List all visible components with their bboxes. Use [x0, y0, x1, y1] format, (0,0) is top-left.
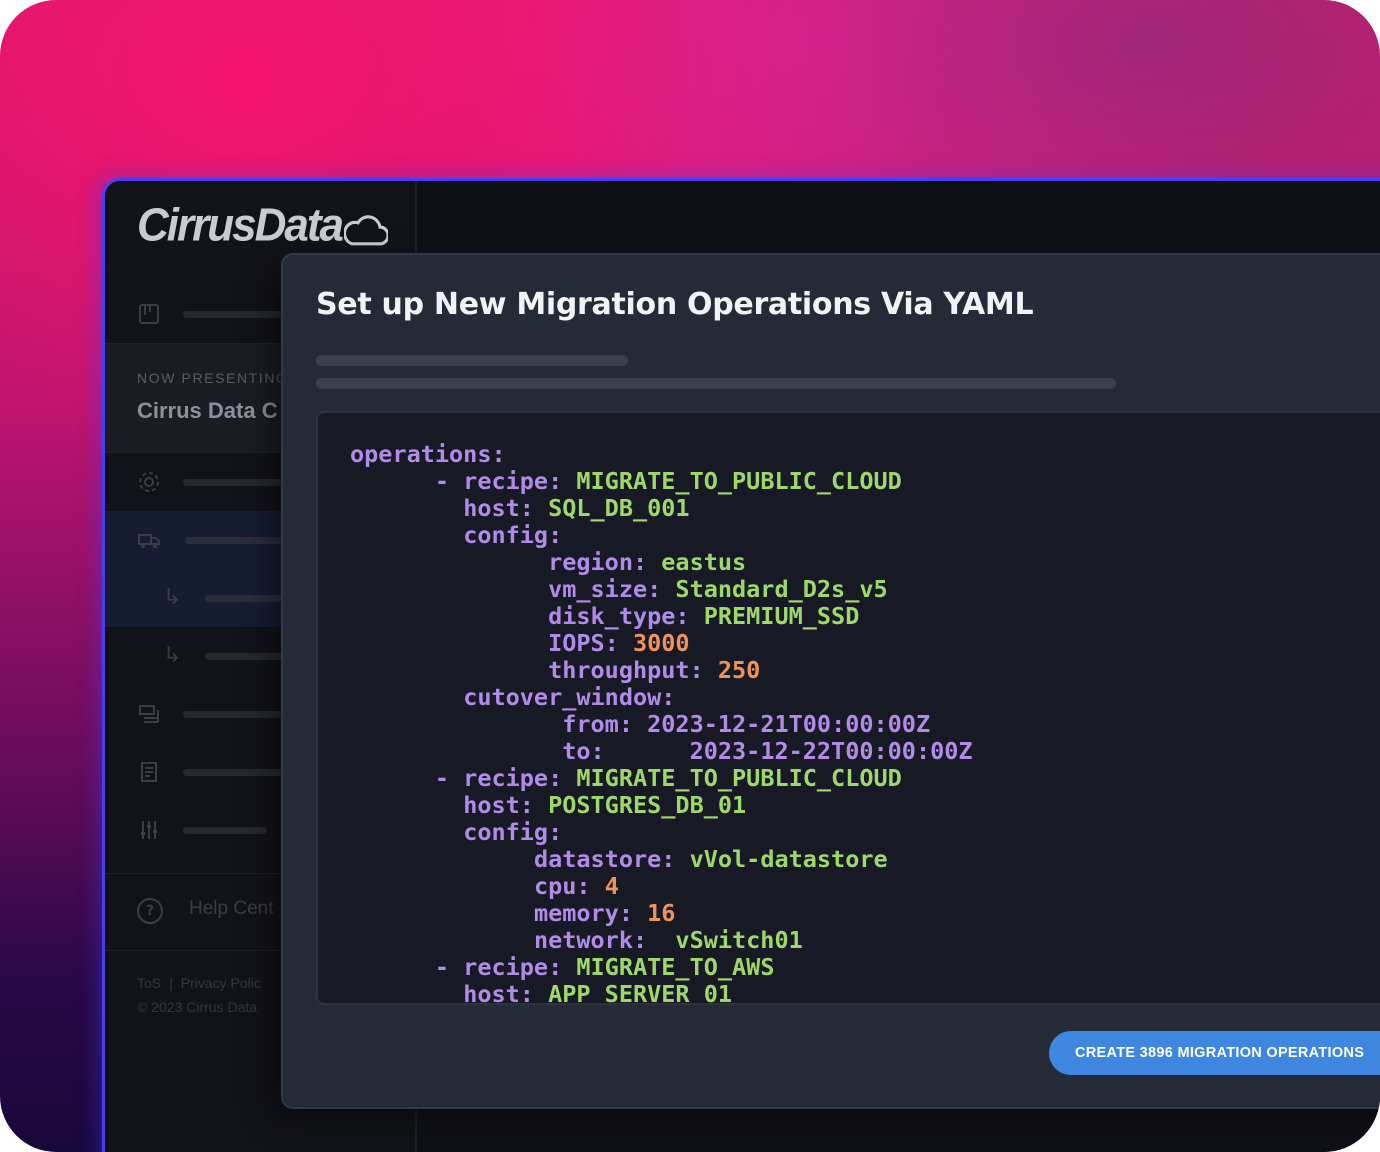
now-presenting-label: NOW PRESENTING — [137, 370, 289, 386]
yaml-key: datastore: — [533, 845, 676, 873]
privacy-policy-link[interactable]: Privacy Polic — [181, 975, 261, 991]
now-presenting-title: Cirrus Data C — [137, 398, 278, 423]
yaml-value: 2023-12-22T00:00:00Z — [689, 737, 973, 765]
dialog-title: Set up New Migration Operations Via YAML — [316, 287, 1034, 322]
yaml-key: network: — [533, 926, 648, 954]
yaml-key: disk_type: — [548, 602, 690, 630]
footer-links: ToS | Privacy Polic — [137, 975, 261, 991]
subitem-arrow-icon: ↳ — [163, 585, 182, 610]
yaml-migration-dialog: Set up New Migration Operations Via YAML… — [281, 253, 1380, 1109]
receipt-icon — [141, 762, 157, 782]
background: CirrusData NOW PRESENTING Cirrus Data C — [0, 0, 1380, 1152]
sidebar-item-placeholder — [183, 826, 267, 834]
yaml-code: operations: - recipe: MIGRATE_TO_PUBLIC_… — [350, 440, 973, 1005]
yaml-key: - recipe: — [434, 953, 563, 981]
yaml-key: cutover_window: — [463, 683, 676, 711]
yaml-key: host: — [463, 980, 534, 1005]
yaml-value: vVol-datastore — [689, 845, 888, 873]
yaml-key: host: — [463, 494, 534, 522]
yaml-key: to: — [562, 737, 605, 765]
subitem-arrow-icon: ↳ — [163, 643, 182, 668]
description-placeholder — [316, 378, 1116, 389]
yaml-key: host: — [463, 791, 534, 819]
logo-text: CirrusData — [137, 199, 344, 252]
yaml-key: operations: — [350, 440, 506, 468]
yaml-key: config: — [463, 818, 563, 846]
yaml-value: MIGRATE_TO_AWS — [576, 953, 775, 981]
yaml-value: 250 — [717, 656, 761, 684]
create-migration-operations-button[interactable]: CREATE 3896 MIGRATION OPERATIONS — [1049, 1031, 1380, 1075]
tos-link[interactable]: ToS — [137, 975, 161, 991]
yaml-key: - recipe: — [434, 467, 563, 495]
yaml-key: cpu: — [533, 872, 591, 900]
yaml-value: Standard_D2s_v5 — [675, 575, 888, 603]
yaml-value: vSwitch01 — [675, 926, 803, 954]
sliders-icon — [141, 821, 157, 839]
sidebar-item-placeholder — [183, 478, 293, 486]
help-circle-icon: ? — [137, 898, 163, 924]
yaml-key: region: — [548, 548, 648, 576]
yaml-key: throughput: — [548, 656, 704, 684]
stack-icon — [139, 705, 159, 723]
yaml-key: vm_size: — [548, 575, 662, 603]
cirrus-data-logo[interactable]: CirrusData — [137, 200, 388, 253]
copyright: © 2023 Cirrus Data — [137, 999, 258, 1015]
yaml-key: config: — [463, 521, 563, 549]
yaml-value: APP_SERVER_01 — [548, 980, 733, 1005]
gear-icon — [139, 472, 159, 492]
yaml-value: MIGRATE_TO_PUBLIC_CLOUD — [576, 764, 902, 792]
yaml-value: SQL_DB_001 — [548, 494, 690, 522]
sidebar-item-placeholder — [183, 710, 293, 718]
yaml-value: POSTGRES_DB_01 — [548, 791, 747, 819]
description-placeholder — [316, 355, 628, 366]
yaml-value: 16 — [647, 899, 676, 927]
yaml-key: from: — [562, 710, 633, 738]
yaml-key: memory: — [533, 899, 633, 927]
yaml-key: IOPS: — [548, 629, 619, 657]
sidebar-item-placeholder — [183, 310, 293, 318]
yaml-key: - recipe: — [434, 764, 563, 792]
footer-separator: | — [169, 975, 173, 991]
sidebar-item-placeholder — [183, 768, 293, 776]
yaml-value: 3000 — [632, 629, 690, 657]
yaml-value: 4 — [604, 872, 619, 900]
truck-icon — [138, 534, 160, 548]
yaml-value: eastus — [661, 548, 747, 576]
yaml-value: MIGRATE_TO_PUBLIC_CLOUD — [576, 467, 902, 495]
board-icon — [139, 304, 159, 324]
yaml-value: 2023-12-21T00:00:00Z — [647, 710, 931, 738]
yaml-editor[interactable]: operations: - recipe: MIGRATE_TO_PUBLIC_… — [316, 411, 1380, 1005]
yaml-value: PREMIUM_SSD — [703, 602, 860, 630]
help-center-label: Help Cent — [189, 898, 274, 919]
cloud-icon — [343, 215, 388, 246]
